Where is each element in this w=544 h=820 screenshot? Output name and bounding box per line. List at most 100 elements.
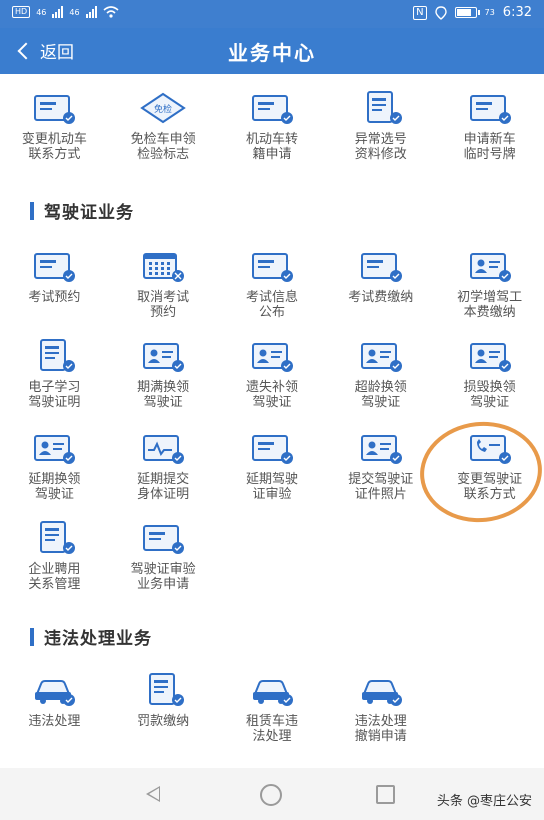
service-tile-label-line1: 免检车申领: [130, 132, 196, 147]
service-tile-label-line2: 驾驶证明: [28, 395, 81, 410]
service-tile-label-line1: 损毁换领: [463, 380, 516, 395]
service-tile[interactable]: 机动车转 籍申请: [218, 90, 327, 162]
service-tile-label: 超龄换领 驾驶证: [331, 380, 431, 410]
status-bar: HD 46 46 N 73 6:32: [0, 0, 544, 28]
service-tile[interactable]: 延期提交 身体证明: [109, 430, 218, 502]
service-tile[interactable]: 免检免检车申领 检验标志: [109, 90, 218, 162]
service-tile-label-line1: 遗失补领: [245, 380, 298, 395]
service-tile[interactable]: 提交驾驶证 证件照片: [326, 430, 435, 502]
service-tile-label: 考试信息 公布: [222, 290, 322, 320]
service-tile-label: 初学增驾工 本费缴纳: [440, 290, 540, 320]
rental-car-icon: [249, 672, 295, 708]
service-tile[interactable]: 变更驾驶证 联系方式: [435, 430, 544, 502]
service-tile-label: 变更机动车 联系方式: [4, 132, 104, 162]
svg-text:免检: 免检: [154, 103, 172, 115]
service-tile-label-line2: 驾驶证: [470, 395, 510, 410]
nav-home-icon[interactable]: [260, 784, 282, 806]
service-tile[interactable]: 企业聘用 关系管理: [0, 520, 109, 592]
service-tile[interactable]: 考试费缴纳: [326, 248, 435, 320]
service-tile-label-line1: 违法处理: [354, 714, 407, 729]
service-tile[interactable]: 取消考试 预约: [109, 248, 218, 320]
service-tile-label-line1: 考试预约: [28, 290, 81, 305]
service-tile-label: 租赁车违 法处理: [222, 714, 322, 744]
service-tile-label: 取消考试 预约: [113, 290, 213, 320]
vehicle-services-row: 变更机动车 联系方式 免检 免检车申领 检验标志 机动车转 籍申请 异常选号 资料修改 申请新车临…: [0, 90, 544, 162]
service-tile-label-line2: 籍申请: [252, 147, 292, 162]
service-tile[interactable]: 延期驾驶 证审验: [218, 430, 327, 502]
service-tile[interactable]: 电子学习 驾驶证明: [0, 338, 109, 410]
service-tile[interactable]: 考试预约: [0, 248, 109, 320]
nav-recent-icon[interactable]: [376, 785, 395, 804]
card-refresh-icon: [31, 90, 77, 126]
service-tile-label: 延期提交 身体证明: [113, 472, 213, 502]
enterprise-icon: [31, 520, 77, 556]
card-reserve-icon: [31, 248, 77, 284]
service-tile-label-line1: 取消考试: [137, 290, 190, 305]
service-tile[interactable]: 租赁车违 法处理: [218, 672, 327, 744]
service-tile-label-line1: 变更机动车: [21, 132, 87, 147]
service-tile-label-line2: 驾驶证: [34, 487, 74, 502]
service-tile-label-line2: 联系方式: [463, 487, 516, 502]
service-tile[interactable]: 初学增驾工 本费缴纳: [435, 248, 544, 320]
service-tile-label: 延期换领 驾驶证: [4, 472, 104, 502]
document-edit-icon: [358, 90, 404, 126]
service-tile[interactable]: 考试信息 公布: [218, 248, 327, 320]
service-tile-label-line1: 异常选号: [354, 132, 407, 147]
service-tile[interactable]: 异常选号 资料修改: [326, 90, 435, 162]
service-tile-label: 遗失补领 驾驶证: [222, 380, 322, 410]
card-pay-icon: [358, 248, 404, 284]
service-tile[interactable]: 罚款缴纳: [109, 672, 218, 744]
service-tile[interactable]: 违法处理: [0, 672, 109, 744]
service-tile[interactable]: 延期换领 驾驶证: [0, 430, 109, 502]
service-tile-label-line1: 租赁车违: [245, 714, 298, 729]
section-bar: [30, 201, 34, 220]
nav-back-icon[interactable]: [146, 786, 160, 802]
service-tile-label-line1: 延期换领: [28, 472, 81, 487]
service-tile-label: 考试费缴纳: [331, 290, 431, 305]
service-tile-label: 免检车申领 检验标志: [113, 132, 213, 162]
fine-pay-icon: [140, 672, 186, 708]
service-tile-label-line2: 公布: [258, 305, 285, 320]
hd-badge-1: HD: [12, 6, 31, 18]
service-tile-label-line1: 期满换领: [137, 380, 190, 395]
service-tile-label: 罚款缴纳: [113, 714, 213, 729]
service-tile-label: 损毁换领 驾驶证: [440, 380, 540, 410]
service-tile-label: 企业聘用 关系管理: [4, 562, 104, 592]
violation-services-row: 违法处理 罚款缴纳 租赁车违 法处理 违法处理 撤销申请: [0, 672, 544, 744]
service-tile[interactable]: 期满换领 驾驶证: [109, 338, 218, 410]
service-tile-label-line1: 延期提交: [137, 472, 190, 487]
service-tile[interactable]: 损毁换领 驾驶证: [435, 338, 544, 410]
exempt-badge-icon: 免检: [140, 90, 186, 126]
service-tile-label-line2: 驾驶证: [252, 395, 292, 410]
license-row-1: 考试预约 取消考试 预约 考试信息 公布 考试费缴纳 初学增驾工 本费缴纳: [0, 248, 544, 320]
card-damaged-icon: [467, 338, 513, 374]
service-tile[interactable]: 驾驶证审验 业务申请: [109, 520, 218, 592]
signal-label-2: 46: [69, 7, 80, 17]
signal-icon-2: [85, 6, 97, 18]
service-tile-label-line2: 证审验: [252, 487, 292, 502]
service-tile-label-line1: 企业聘用: [28, 562, 81, 577]
service-tile[interactable]: 申请新车 临时号牌: [435, 90, 544, 162]
photo-upload-icon: [358, 430, 404, 466]
id-study-icon: [31, 338, 77, 374]
service-tile-label-line2: 业务申请: [137, 577, 190, 592]
service-tile[interactable]: 违法处理 撤销申请: [326, 672, 435, 744]
card-announce-icon: [249, 248, 295, 284]
service-tile[interactable]: 超龄换领 驾驶证: [326, 338, 435, 410]
service-tile-label: 期满换领 驾驶证: [113, 380, 213, 410]
clock: 6:32: [502, 5, 532, 20]
calendar-cancel-icon: [140, 248, 186, 284]
battery-icon: [454, 7, 480, 18]
wifi-icon: [103, 6, 119, 18]
license-row-3: 延期换领 驾驶证 延期提交 身体证明 延期驾驶 证审验 提交驾驶证 证件照片 变更驾驶证 联系方式: [0, 430, 544, 502]
service-tile-label: 驾驶证审验 业务申请: [113, 562, 213, 592]
signal-label-1: 46: [36, 7, 47, 17]
car-violation-icon: [31, 672, 77, 708]
section-title-license: 驾驶证业务: [44, 203, 134, 223]
license-row-4: 企业聘用 关系管理 驾驶证审验 业务申请: [0, 520, 544, 592]
nfc-icon: N: [413, 5, 427, 20]
service-tile[interactable]: 变更机动车 联系方式: [0, 90, 109, 162]
service-tile[interactable]: 遗失补领 驾驶证: [218, 338, 327, 410]
page-title: 业务中心: [228, 41, 316, 65]
card-age-icon: [358, 338, 404, 374]
